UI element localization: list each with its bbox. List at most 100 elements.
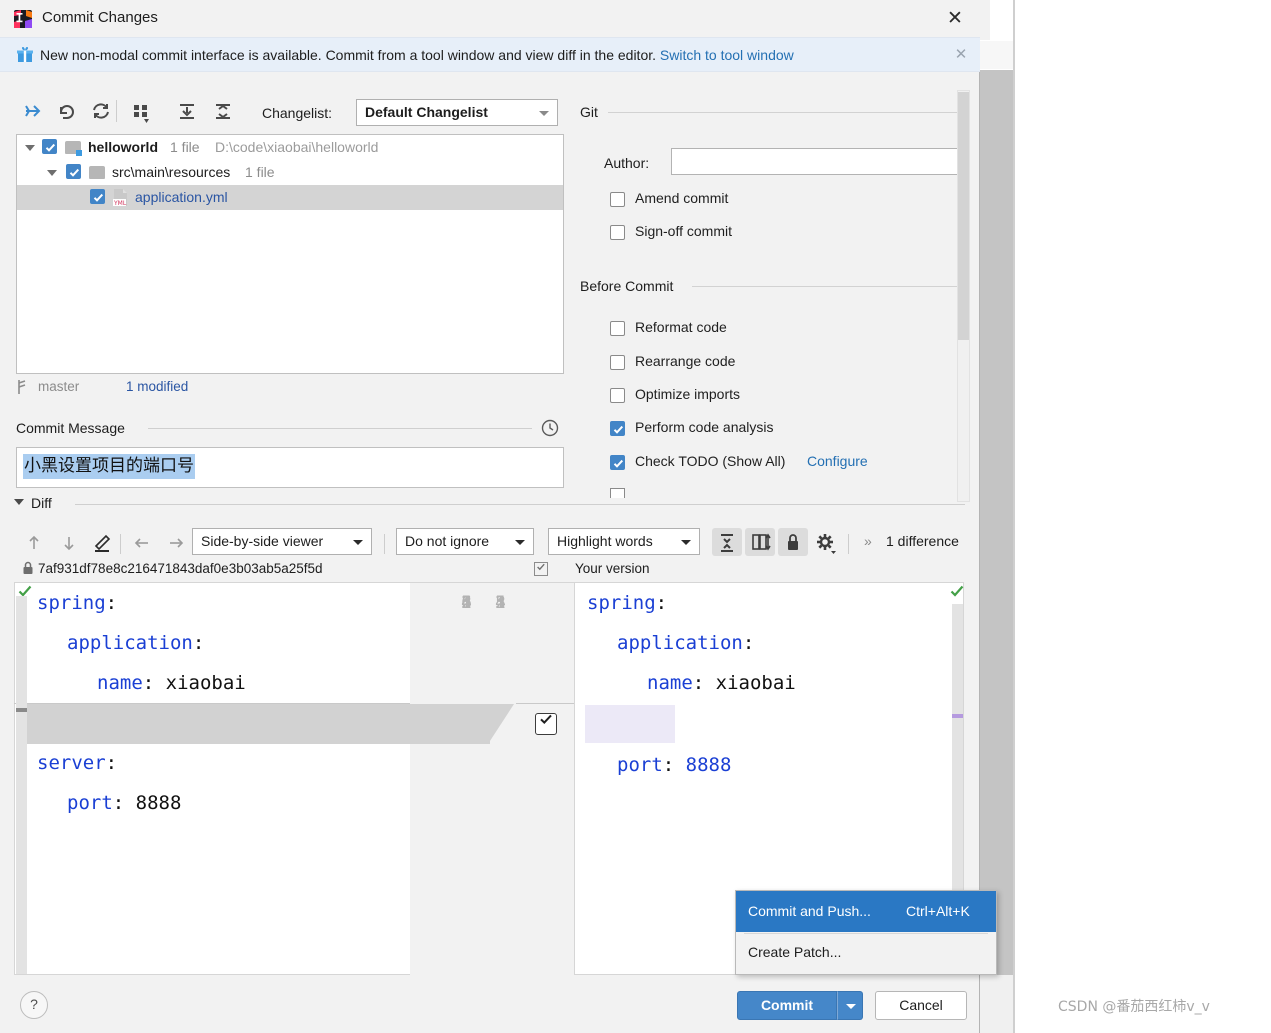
ignore-mode-value: Do not ignore [405, 533, 490, 549]
checkbox-reformat-code[interactable] [610, 321, 625, 336]
tree-label: helloworld [88, 139, 158, 155]
chevron-down-icon[interactable] [47, 170, 57, 176]
checkbox-application-yml[interactable] [90, 189, 105, 204]
toolbar-divider [384, 534, 385, 554]
backdrop-shade [980, 70, 1014, 975]
diff-left-scrollbar[interactable] [16, 596, 27, 974]
checkbox-clipped[interactable] [610, 488, 625, 498]
collapse-unchanged-icon[interactable] [712, 528, 742, 556]
diff-section-toggle[interactable] [14, 499, 24, 505]
tree-row-application-yml[interactable]: YML application.yml [17, 185, 563, 210]
diff-changed-block-gutter [410, 704, 490, 744]
commit-dropdown-button[interactable] [837, 991, 863, 1020]
intellij-idea-icon [13, 9, 33, 29]
left-revision-label: 7af931df78e8c216471843daf0e3b03ab5a25f5d [38, 561, 323, 576]
checkbox-optimize-imports[interactable] [610, 388, 625, 403]
toolbar-divider [848, 534, 849, 554]
modified-count[interactable]: 1 modified [126, 379, 188, 394]
left-revision-checkbox[interactable] [534, 562, 548, 576]
backdrop-strip [980, 41, 1014, 69]
changed-files-tree[interactable]: helloworld 1 file D:\code\xiaobai\hellow… [16, 134, 564, 374]
code-sep: : [692, 672, 705, 694]
settings-gear-icon[interactable] [812, 528, 840, 558]
synchronize-scroll-icon[interactable] [745, 528, 775, 556]
diff-toolbar: Side-by-side viewer Do not ignore Highli… [0, 528, 980, 562]
backdrop-strip [980, 975, 1014, 1033]
chevron-down-icon[interactable] [25, 145, 35, 151]
commit-button[interactable]: Commit [737, 991, 837, 1020]
edit-source-icon[interactable] [88, 528, 116, 558]
tree-meta: 1 file [245, 164, 275, 180]
chevron-down-icon [539, 111, 549, 116]
tree-row-resources[interactable]: src\main\resources 1 file [17, 160, 563, 185]
section-divider [75, 504, 965, 505]
diff-section-label: Diff [31, 495, 52, 511]
close-icon[interactable]: ✕ [940, 6, 970, 32]
code-key: application [617, 632, 743, 654]
expand-all-icon[interactable] [172, 96, 202, 126]
checkbox-perform-code-analysis[interactable] [610, 421, 625, 436]
viewer-mode-select[interactable]: Side-by-side viewer [192, 528, 372, 555]
switch-to-tool-window-link[interactable]: Switch to tool window [660, 47, 794, 63]
banner-close-icon[interactable]: ✕ [952, 46, 970, 64]
diff-pane-left[interactable]: spring: application: name: xiaobai serve… [14, 582, 410, 975]
commit-message-input[interactable]: 小黑设置项目的端口号 [16, 447, 564, 488]
checkbox-resources[interactable] [66, 164, 81, 179]
code-key: server [37, 752, 106, 774]
highlight-mode-select[interactable]: Highlight words [548, 528, 700, 555]
group-by-icon[interactable] [126, 96, 156, 126]
tree-row-helloworld[interactable]: helloworld 1 file D:\code\xiaobai\hellow… [17, 135, 563, 160]
changelist-select[interactable]: Default Changelist [356, 99, 558, 126]
banner-message: New non-modal commit interface is availa… [40, 47, 657, 63]
section-divider [148, 428, 532, 429]
read-only-lock-icon[interactable] [778, 528, 808, 556]
svg-text:YML: YML [113, 200, 127, 206]
checkbox-rearrange-code[interactable] [610, 355, 625, 370]
checkbox-helloworld[interactable] [42, 139, 57, 154]
yml-file-icon: YML [113, 189, 128, 207]
checkbox-amend-commit[interactable] [610, 192, 625, 207]
rearrange-code-label: Rearrange code [635, 353, 736, 369]
changelist-value: Default Changelist [365, 104, 488, 120]
notification-banner: New non-modal commit interface is availa… [0, 37, 980, 72]
difference-count: 1 difference [886, 533, 959, 549]
git-group-label: Git [580, 104, 598, 120]
reformat-code-label: Reformat code [635, 319, 727, 335]
overflow-icon[interactable]: » [864, 533, 872, 549]
refresh-icon[interactable] [86, 96, 116, 126]
check-todo-label: Check TODO (Show All) [635, 453, 786, 469]
accept-change-checkbox[interactable] [535, 713, 557, 735]
show-diff-icon[interactable] [18, 96, 48, 126]
amend-commit-label: Amend commit [635, 190, 729, 206]
checkbox-sign-off-commit[interactable] [610, 225, 625, 240]
code-value: 8888 [685, 754, 732, 776]
code-value: xiaobai [165, 672, 246, 694]
viewer-mode-value: Side-by-side viewer [201, 533, 324, 549]
line-number-new: 5 [495, 593, 506, 613]
author-field[interactable] [671, 148, 963, 175]
checkbox-check-todo[interactable] [610, 455, 625, 470]
help-button[interactable]: ? [20, 991, 48, 1019]
previous-difference-icon[interactable] [20, 528, 48, 558]
ignore-mode-select[interactable]: Do not ignore [396, 528, 534, 555]
folder-modified-icon [65, 141, 82, 156]
clock-history-icon[interactable] [540, 418, 560, 438]
cancel-button[interactable]: Cancel [875, 991, 967, 1020]
code-value: xiaobai [715, 672, 796, 694]
diff-changed-block-left [16, 704, 410, 744]
highlight-mode-value: Highlight words [557, 533, 653, 549]
branch-name: master [38, 379, 80, 394]
menu-item-commit-and-push[interactable]: Commit and Push... Ctrl+Alt+K [736, 891, 996, 932]
accept-right-icon[interactable] [162, 528, 190, 558]
backdrop-edge [1013, 0, 1015, 1033]
code-sep: : [142, 672, 155, 694]
configure-link[interactable]: Configure [807, 453, 868, 469]
inspection-ok-icon [950, 584, 964, 598]
options-scrollbar-thumb[interactable] [958, 92, 969, 340]
collapse-all-icon[interactable] [208, 96, 238, 126]
toolbar-divider [116, 100, 117, 122]
accept-left-icon[interactable] [128, 528, 156, 558]
revert-icon[interactable] [52, 96, 82, 126]
next-difference-icon[interactable] [55, 528, 83, 558]
menu-item-create-patch[interactable]: Create Patch... [736, 932, 996, 973]
